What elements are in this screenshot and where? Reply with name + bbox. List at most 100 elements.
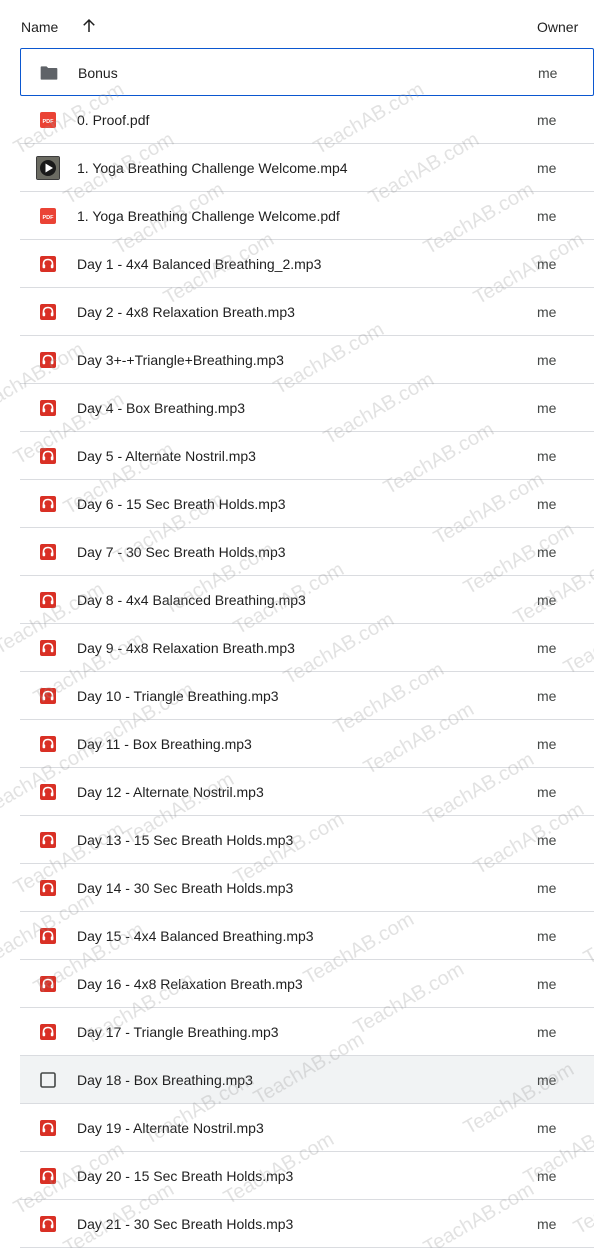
file-owner: me	[538, 65, 558, 81]
file-owner: me	[537, 352, 557, 368]
file-owner: me	[537, 208, 557, 224]
audio-file-icon	[38, 398, 58, 418]
arrow-up-icon[interactable]	[80, 17, 98, 35]
audio-file-icon	[38, 1166, 58, 1186]
file-owner: me	[537, 496, 557, 512]
file-name[interactable]: Day 10 - Triangle Breathing.mp3	[77, 688, 279, 704]
file-owner: me	[537, 976, 557, 992]
file-row[interactable]: Day 19 - Alternate Nostril.mp3 me	[20, 1104, 594, 1152]
file-name[interactable]: Day 5 - Alternate Nostril.mp3	[77, 448, 256, 464]
file-row[interactable]: 1. Yoga Breathing Challenge Welcome.mp4 m…	[20, 144, 594, 192]
file-row[interactable]: Day 6 - 15 Sec Breath Holds.mp3 me	[20, 480, 594, 528]
file-name[interactable]: Day 14 - 30 Sec Breath Holds.mp3	[77, 880, 293, 896]
file-owner: me	[537, 1168, 557, 1184]
file-row[interactable]: Day 14 - 30 Sec Breath Holds.mp3 me	[20, 864, 594, 912]
file-owner: me	[537, 1072, 557, 1088]
file-name[interactable]: Day 16 - 4x8 Relaxation Breath.mp3	[77, 976, 303, 992]
file-row[interactable]: Day 16 - 4x8 Relaxation Breath.mp3 me	[20, 960, 594, 1008]
file-owner: me	[537, 304, 557, 320]
audio-file-icon	[38, 254, 58, 274]
file-row[interactable]: PDF 1. Yoga Breathing Challenge Welcome.p…	[20, 192, 594, 240]
svg-text:PDF: PDF	[43, 215, 55, 221]
audio-file-icon	[38, 446, 58, 466]
pdf-icon: PDF	[38, 110, 58, 130]
file-owner: me	[537, 880, 557, 896]
file-owner: me	[537, 832, 557, 848]
file-owner: me	[537, 160, 557, 176]
file-name[interactable]: Day 7 - 30 Sec Breath Holds.mp3	[77, 544, 286, 560]
audio-file-icon	[38, 1118, 58, 1138]
file-row[interactable]: Day 3+-+Triangle+Breathing.mp3 me	[20, 336, 594, 384]
file-name[interactable]: 1. Yoga Breathing Challenge Welcome.pdf	[77, 208, 340, 224]
file-name[interactable]: Day 1 - 4x4 Balanced Breathing_2.mp3	[77, 256, 321, 272]
file-row[interactable]: Day 21 - 30 Sec Breath Holds.mp3 me	[20, 1200, 594, 1248]
file-row[interactable]: Day 11 - Box Breathing.mp3 me	[20, 720, 594, 768]
file-owner: me	[537, 640, 557, 656]
file-row[interactable]: Day 13 - 15 Sec Breath Holds.mp3 me	[20, 816, 594, 864]
file-row[interactable]: Day 9 - 4x8 Relaxation Breath.mp3 me	[20, 624, 594, 672]
audio-file-icon	[38, 590, 58, 610]
file-name[interactable]: 1. Yoga Breathing Challenge Welcome.mp4	[77, 160, 348, 176]
file-owner: me	[537, 544, 557, 560]
file-row[interactable]: Day 17 - Triangle Breathing.mp3 me	[20, 1008, 594, 1056]
video-thumbnail-icon	[36, 156, 60, 180]
file-row[interactable]: Day 1 - 4x4 Balanced Breathing_2.mp3 me	[20, 240, 594, 288]
file-row[interactable]: Day 18 - Box Breathing.mp3 me	[20, 1056, 594, 1104]
name-column-header[interactable]: Name	[21, 19, 58, 35]
file-row[interactable]: Day 10 - Triangle Breathing.mp3 me	[20, 672, 594, 720]
file-name[interactable]: Day 20 - 15 Sec Breath Holds.mp3	[77, 1168, 293, 1184]
file-name[interactable]: Day 18 - Box Breathing.mp3	[77, 1072, 253, 1088]
file-row[interactable]: Day 15 - 4x4 Balanced Breathing.mp3 me	[20, 912, 594, 960]
audio-file-icon	[38, 638, 58, 658]
file-name[interactable]: Day 17 - Triangle Breathing.mp3	[77, 1024, 279, 1040]
file-name[interactable]: Day 4 - Box Breathing.mp3	[77, 400, 245, 416]
checkbox[interactable]	[38, 1070, 58, 1090]
file-row[interactable]: Day 7 - 30 Sec Breath Holds.mp3 me	[20, 528, 594, 576]
audio-file-icon	[38, 1022, 58, 1042]
audio-file-icon	[38, 878, 58, 898]
file-name[interactable]: Day 8 - 4x4 Balanced Breathing.mp3	[77, 592, 306, 608]
audio-file-icon	[38, 1214, 58, 1234]
file-row[interactable]: Day 4 - Box Breathing.mp3 me	[20, 384, 594, 432]
audio-file-icon	[38, 830, 58, 850]
file-name[interactable]: Day 11 - Box Breathing.mp3	[77, 736, 252, 752]
file-owner: me	[537, 1024, 557, 1040]
pdf-icon: PDF	[38, 206, 58, 226]
folder-icon	[39, 63, 59, 83]
file-row[interactable]: Day 12 - Alternate Nostril.mp3 me	[20, 768, 594, 816]
svg-text:PDF: PDF	[43, 119, 55, 125]
audio-file-icon	[38, 974, 58, 994]
audio-file-icon	[38, 782, 58, 802]
audio-file-icon	[38, 302, 58, 322]
audio-file-icon	[38, 494, 58, 514]
file-owner: me	[537, 592, 557, 608]
file-owner: me	[537, 688, 557, 704]
column-header: Name Owner	[0, 0, 594, 48]
file-name[interactable]: Day 2 - 4x8 Relaxation Breath.mp3	[77, 304, 295, 320]
file-name[interactable]: Day 6 - 15 Sec Breath Holds.mp3	[77, 496, 286, 512]
file-name[interactable]: Day 13 - 15 Sec Breath Holds.mp3	[77, 832, 293, 848]
file-list-page: Name Owner Bonus me PDF 0. Proof.pdf me 1. Yo…	[0, 0, 594, 1248]
audio-file-icon	[38, 686, 58, 706]
file-row[interactable]: Bonus me	[20, 48, 594, 96]
owner-column-header[interactable]: Owner	[537, 19, 578, 35]
file-row[interactable]: Day 5 - Alternate Nostril.mp3 me	[20, 432, 594, 480]
audio-file-icon	[38, 926, 58, 946]
file-name[interactable]: Day 21 - 30 Sec Breath Holds.mp3	[77, 1216, 293, 1232]
file-owner: me	[537, 1120, 557, 1136]
file-name[interactable]: Day 19 - Alternate Nostril.mp3	[77, 1120, 264, 1136]
file-name[interactable]: 0. Proof.pdf	[77, 112, 149, 128]
file-owner: me	[537, 1216, 557, 1232]
file-name[interactable]: Bonus	[78, 65, 118, 81]
file-row[interactable]: PDF 0. Proof.pdf me	[20, 96, 594, 144]
file-name[interactable]: Day 12 - Alternate Nostril.mp3	[77, 784, 264, 800]
file-name[interactable]: Day 3+-+Triangle+Breathing.mp3	[77, 352, 284, 368]
file-row[interactable]: Day 2 - 4x8 Relaxation Breath.mp3 me	[20, 288, 594, 336]
file-row[interactable]: Day 20 - 15 Sec Breath Holds.mp3 me	[20, 1152, 594, 1200]
audio-file-icon	[38, 350, 58, 370]
file-name[interactable]: Day 15 - 4x4 Balanced Breathing.mp3	[77, 928, 314, 944]
file-name[interactable]: Day 9 - 4x8 Relaxation Breath.mp3	[77, 640, 295, 656]
file-owner: me	[537, 112, 557, 128]
file-row[interactable]: Day 8 - 4x4 Balanced Breathing.mp3 me	[20, 576, 594, 624]
file-owner: me	[537, 928, 557, 944]
